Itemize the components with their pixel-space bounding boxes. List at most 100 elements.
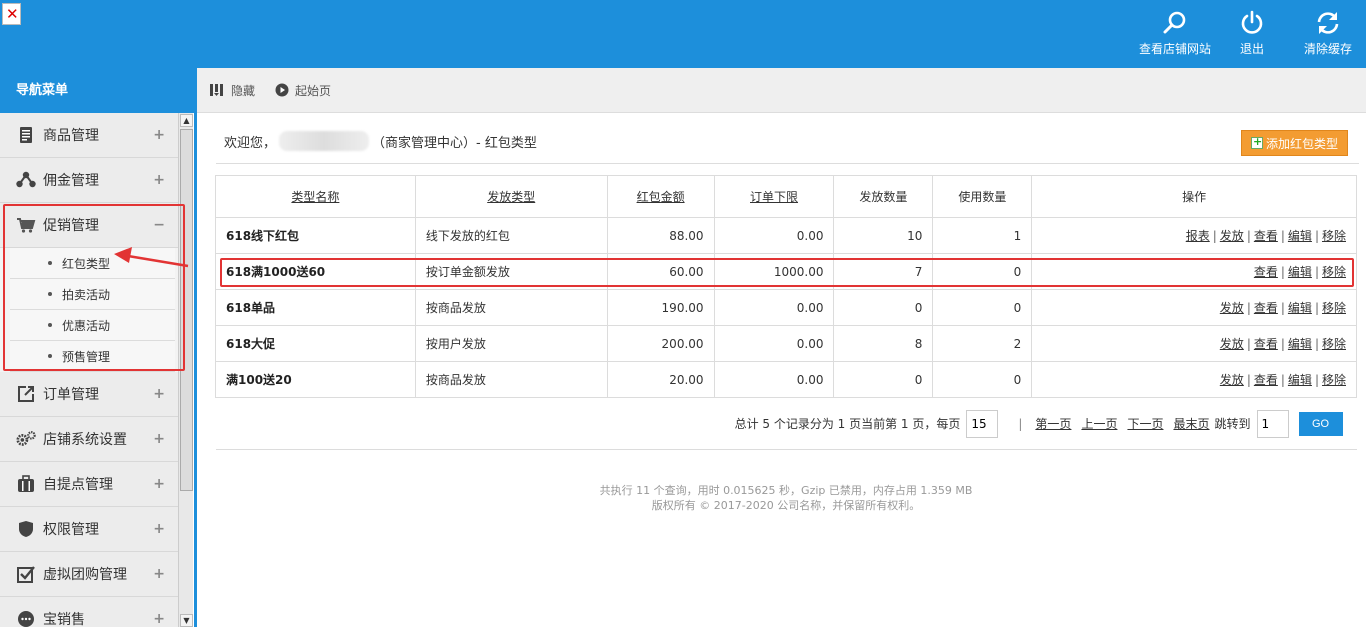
cell-name: 618大促 — [215, 325, 416, 362]
sidebar-item-orders[interactable]: 订单管理 + — [0, 372, 178, 417]
send-link[interactable]: 发放 — [1220, 373, 1244, 387]
clear-cache-button[interactable]: 清除缓存 — [1304, 10, 1352, 57]
clear-cache-label: 清除缓存 — [1304, 42, 1353, 56]
column-header-issued: 发放数量 — [833, 175, 934, 218]
content-toolbar: 隐藏 起始页 — [197, 68, 1366, 113]
cell-issued: 8 — [833, 325, 934, 362]
sort-link[interactable]: 发放类型 — [487, 190, 535, 204]
go-button[interactable]: GO — [1298, 411, 1343, 436]
cell-min: 0.00 — [713, 289, 835, 326]
column-header-send-type[interactable]: 发放类型 — [414, 175, 608, 218]
power-icon — [1241, 10, 1263, 34]
expand-icon[interactable]: + — [153, 611, 165, 627]
hide-label: 隐藏 — [231, 83, 256, 98]
top-bar: ✕ 查看店铺网站 退出 清除缓存 — [0, 0, 1366, 68]
cell-name: 618线下红包 — [215, 217, 416, 254]
view-link[interactable]: 查看 — [1254, 301, 1278, 315]
cell-actions: 发放 | 查看 | 编辑 | 移除 — [1031, 289, 1357, 326]
expand-icon[interactable]: + — [153, 566, 165, 582]
home-label: 起始页 — [295, 83, 332, 98]
jump-page-input[interactable] — [1256, 409, 1289, 438]
cell-actions: 发放 | 查看 | 编辑 | 移除 — [1031, 325, 1357, 362]
remove-link[interactable]: 移除 — [1322, 337, 1346, 351]
annotation-box-row — [220, 258, 1354, 287]
first-page-link[interactable]: 第一页 — [1035, 415, 1071, 432]
annotation-box-sidebar — [3, 204, 185, 371]
sort-link[interactable]: 类型名称 — [291, 190, 339, 204]
report-link[interactable]: 报表 — [1186, 229, 1210, 243]
view-link[interactable]: 查看 — [1254, 337, 1278, 351]
view-link[interactable]: 查看 — [1254, 373, 1278, 387]
expand-icon[interactable]: + — [153, 431, 165, 447]
cell-issued: 10 — [833, 217, 934, 254]
sidebar-item-store-settings[interactable]: 店铺系统设置 + — [0, 417, 178, 462]
divider — [216, 163, 1359, 164]
expand-icon[interactable]: + — [153, 521, 165, 537]
table-row: 618线下红包 线下发放的红包 88.00 0.00 10 1 报表 | 发放 | 查看… — [215, 217, 1357, 254]
remove-link[interactable]: 移除 — [1322, 301, 1346, 315]
view-store-label: 查看店铺网站 — [1139, 42, 1212, 56]
logout-button[interactable]: 退出 — [1239, 10, 1265, 57]
sidebar-item-sales[interactable]: 宝销售 + — [0, 597, 178, 627]
pagination: 总计 5 个记录分为 1 页当前第 1 页，每页 | 第一页 上一页 下一页 最… — [216, 409, 1357, 438]
column-header-min-order[interactable]: 订单下限 — [713, 175, 835, 218]
sidebar-item-group-buy[interactable]: 虚拟团购管理 + — [0, 552, 178, 597]
pagination-separator: | — [1018, 416, 1023, 431]
expand-icon[interactable]: + — [153, 172, 165, 188]
sort-link[interactable]: 订单下限 — [750, 190, 798, 204]
remove-link[interactable]: 移除 — [1322, 229, 1346, 243]
remove-link[interactable]: 移除 — [1322, 373, 1346, 387]
column-header-used: 使用数量 — [932, 175, 1033, 218]
add-icon — [1250, 135, 1263, 149]
cell-amount: 88.00 — [606, 217, 715, 254]
briefcase-icon — [16, 474, 36, 494]
document-icon — [16, 125, 36, 145]
edit-link[interactable]: 编辑 — [1288, 229, 1312, 243]
hide-sidebar-button[interactable]: 隐藏 — [209, 82, 255, 99]
send-link[interactable]: 发放 — [1220, 229, 1244, 243]
sidebar-item-label: 商品管理 — [43, 128, 99, 144]
hide-icon — [210, 84, 223, 96]
export-icon — [16, 384, 36, 404]
nav-menu-title: 导航菜单 — [0, 68, 195, 113]
view-store-button[interactable]: 查看店铺网站 — [1139, 10, 1211, 57]
home-page-button[interactable]: 起始页 — [275, 82, 331, 99]
sidebar-item-pickup[interactable]: 自提点管理 + — [0, 462, 178, 507]
cell-used: 2 — [932, 325, 1033, 362]
expand-icon[interactable]: + — [153, 127, 165, 143]
per-page-input[interactable] — [966, 409, 999, 438]
logout-label: 退出 — [1239, 42, 1264, 56]
cell-used: 0 — [932, 289, 1033, 326]
table-row: 满100送20 按商品发放 20.00 0.00 0 0 发放 | 查看 | 编辑 | 移除 — [215, 361, 1357, 398]
scroll-up-icon[interactable]: ▲ — [180, 114, 193, 127]
welcome-prefix: 欢迎您， — [224, 135, 277, 151]
sidebar-item-permissions[interactable]: 权限管理 + — [0, 507, 178, 552]
expand-icon[interactable]: + — [153, 476, 165, 492]
chat-icon — [16, 609, 36, 627]
sidebar-item-commission[interactable]: 佣金管理 + — [0, 158, 178, 203]
add-bonus-type-button[interactable]: 添加红包类型 — [1241, 130, 1348, 156]
sidebar-item-products[interactable]: 商品管理 + — [0, 113, 178, 158]
edit-link[interactable]: 编辑 — [1288, 337, 1312, 351]
column-header-amount[interactable]: 红包金额 — [606, 175, 715, 218]
expand-icon[interactable]: + — [153, 386, 165, 402]
sort-link[interactable]: 红包金额 — [637, 190, 685, 204]
edit-link[interactable]: 编辑 — [1288, 373, 1312, 387]
next-page-link[interactable]: 下一页 — [1127, 415, 1163, 432]
scroll-down-icon[interactable]: ▼ — [180, 614, 193, 627]
column-header-type-name[interactable]: 类型名称 — [215, 175, 416, 218]
prev-page-link[interactable]: 上一页 — [1081, 415, 1117, 432]
sidebar-item-label: 宝销售 — [43, 612, 85, 627]
send-link[interactable]: 发放 — [1220, 337, 1244, 351]
cell-min: 0.00 — [713, 325, 835, 362]
table-row: 618大促 按用户发放 200.00 0.00 8 2 发放 | 查看 | 编辑 | 移除 — [215, 325, 1357, 362]
pagination-summary: 总计 5 个记录分为 1 页当前第 1 页，每页 — [734, 417, 961, 431]
edit-link[interactable]: 编辑 — [1288, 301, 1312, 315]
view-link[interactable]: 查看 — [1254, 229, 1278, 243]
cell-type: 线下发放的红包 — [414, 217, 608, 254]
cell-amount: 20.00 — [606, 361, 715, 398]
last-page-link[interactable]: 最末页 — [1173, 415, 1209, 432]
cell-actions: 发放 | 查看 | 编辑 | 移除 — [1031, 361, 1357, 398]
send-link[interactable]: 发放 — [1220, 301, 1244, 315]
gears-icon — [16, 429, 36, 449]
